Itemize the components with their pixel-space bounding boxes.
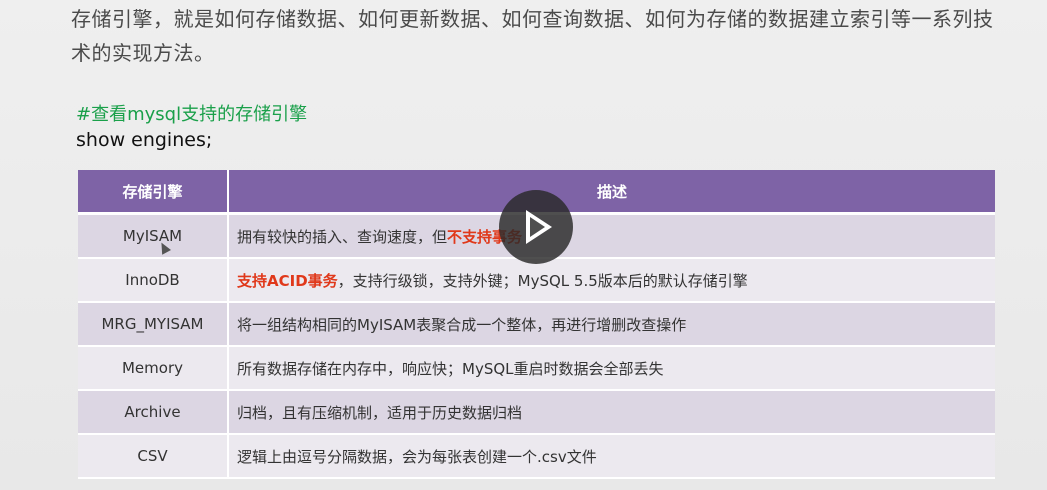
description-text: 逻辑上由逗号分隔数据，会为每张表创建一个.csv文件 (237, 447, 597, 466)
description-text: 所有数据存储在内存中，响应快；MySQL重启时数据会全部丢失 (237, 359, 664, 378)
play-icon-cutout (530, 217, 545, 237)
engine-description-cell: 所有数据存储在内存中，响应快；MySQL重启时数据会全部丢失 (228, 346, 995, 391)
engine-description-cell: 支持ACID事务，支持行级锁，支持外键；MySQL 5.5版本后的默认存储引擎 (228, 258, 995, 303)
table-row: CSV 逻辑上由逗号分隔数据，会为每张表创建一个.csv文件 (78, 434, 995, 479)
engine-name-cell: Memory (78, 346, 229, 391)
description-text: 归档，且有压缩机制，适用于历史数据归档 (237, 403, 523, 422)
engine-description-cell: 将一组结构相同的MyISAM表聚合成一个整体，再进行增删改查操作 (228, 302, 995, 347)
description-text: 将一组结构相同的MyISAM表聚合成一个整体，再进行增删改查操作 (237, 315, 687, 334)
code-comment: #查看mysql支持的存储引擎 (76, 104, 308, 125)
engine-description-cell: 拥有较快的插入、查询速度，但不支持事务 (228, 213, 995, 259)
code-statement: show engines; (76, 129, 213, 151)
table-row: Memory 所有数据存储在内存中，响应快；MySQL重启时数据会全部丢失 (78, 346, 995, 391)
description-text: 拥有较快的插入、查询速度，但 (237, 227, 448, 246)
table-row: MRG_MYISAM 将一组结构相同的MyISAM表聚合成一个整体，再进行增删改… (78, 302, 995, 347)
header-engine: 存储引擎 (78, 170, 229, 215)
video-play-button[interactable] (499, 190, 573, 264)
engine-name-cell: InnoDB (78, 258, 229, 303)
table-row: InnoDB 支持ACID事务，支持行级锁，支持外键；MySQL 5.5版本后的… (78, 258, 995, 303)
description-text-rest: ，支持行级锁，支持外键；MySQL 5.5版本后的默认存储引擎 (337, 271, 748, 290)
engine-name-cell: Archive (78, 390, 229, 435)
slide-canvas: 存储引擎，就是如何存储数据、如何更新数据、如何查询数据、如何为存储的数据建立索引… (0, 0, 1047, 490)
table-row: Archive 归档，且有压缩机制，适用于历史数据归档 (78, 390, 995, 435)
engine-name-cell: CSV (78, 434, 229, 479)
intro-paragraph: 存储引擎，就是如何存储数据、如何更新数据、如何查询数据、如何为存储的数据建立索引… (71, 7, 994, 65)
description-highlight: 支持ACID事务 (237, 271, 338, 290)
engine-description-cell: 逻辑上由逗号分隔数据，会为每张表创建一个.csv文件 (228, 434, 995, 479)
engine-name-cell: MyISAM (78, 213, 229, 259)
engine-description-cell: 归档，且有压缩机制，适用于历史数据归档 (228, 390, 995, 435)
header-description: 描述 (228, 170, 995, 215)
engine-name-cell: MRG_MYISAM (78, 302, 229, 347)
